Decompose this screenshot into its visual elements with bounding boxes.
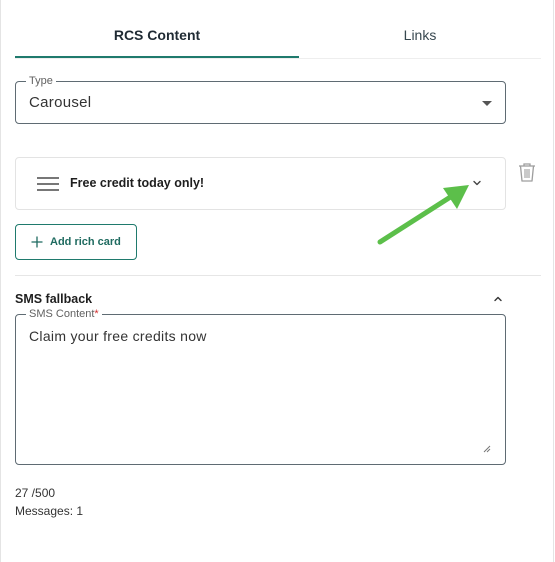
- rich-card-panel[interactable]: Free credit today only!: [15, 157, 506, 210]
- add-rich-card-button[interactable]: Add rich card: [15, 224, 137, 260]
- required-mark: *: [94, 308, 99, 320]
- sms-content-value: Claim your free credits now: [29, 328, 207, 344]
- sms-fallback-heading: SMS fallback: [15, 292, 93, 306]
- message-count: Messages: 1: [15, 504, 84, 518]
- trash-icon[interactable]: [516, 161, 538, 183]
- resize-grip-icon[interactable]: [483, 445, 491, 453]
- section-divider: [15, 275, 541, 276]
- rich-card-title: Free credit today only!: [70, 176, 205, 190]
- type-select-label: Type: [26, 74, 56, 88]
- tab-links[interactable]: Links: [299, 14, 541, 58]
- tab-bar: RCS Content Links: [15, 14, 541, 59]
- active-tab-indicator: [15, 56, 299, 58]
- tab-rcs-content[interactable]: RCS Content: [15, 14, 299, 58]
- chevron-down-icon[interactable]: [470, 176, 484, 190]
- add-rich-card-label: Add rich card: [50, 236, 121, 248]
- dropdown-caret-icon: [482, 101, 492, 106]
- drag-handle-icon[interactable]: [37, 177, 59, 191]
- chevron-up-icon[interactable]: [491, 292, 505, 306]
- sms-content-textarea[interactable]: SMS Content* Claim your free credits now: [15, 307, 506, 465]
- character-count: 27 /500: [15, 486, 56, 500]
- type-select[interactable]: Type Carousel: [15, 74, 506, 124]
- sms-content-label: SMS Content*: [26, 307, 102, 321]
- plus-icon: [31, 236, 43, 248]
- type-select-value: Carousel: [29, 94, 92, 111]
